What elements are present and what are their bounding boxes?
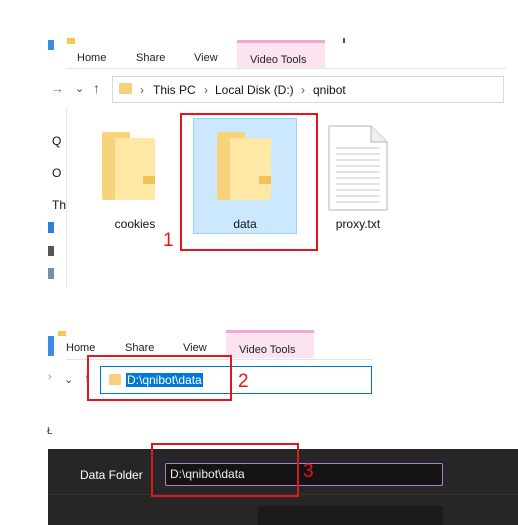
tab-video-tools[interactable]: Video Tools	[237, 40, 325, 68]
breadcrumb-qnibot[interactable]: qnibot	[313, 83, 346, 97]
quick-access-icon	[48, 336, 54, 356]
nav-pane-divider	[66, 108, 67, 288]
tab-video-tools[interactable]: Video Tools	[226, 330, 314, 358]
breadcrumb-local-disk[interactable]: Local Disk (D:)	[215, 83, 294, 97]
folder-icon-cut	[143, 176, 155, 184]
file-item-cookies[interactable]: cookies	[95, 118, 175, 233]
back-arrow-icon[interactable]: →	[50, 80, 64, 96]
sidebar-3d-objects-icon[interactable]	[48, 222, 54, 233]
data-folder-label: Data Folder	[80, 468, 143, 482]
annotation-label-2: 2	[238, 371, 249, 392]
folder-icon	[119, 83, 132, 94]
tab-video-tools-label: Video Tools	[239, 344, 296, 356]
sidebar-item-onedrive[interactable]: O	[52, 166, 61, 180]
annotation-box-1	[180, 113, 318, 251]
annotation-box-3	[151, 443, 299, 497]
tab-home[interactable]: Home	[77, 52, 106, 64]
sidebar-documents-icon[interactable]	[48, 268, 54, 279]
quick-access-icon	[67, 38, 75, 44]
tab-view[interactable]: View	[194, 52, 218, 64]
breadcrumb-separator-icon[interactable]: ›	[140, 83, 144, 97]
panel-secondary-control	[258, 506, 443, 525]
breadcrumb-separator-icon[interactable]: ›	[301, 83, 305, 97]
quick-access-icon	[48, 40, 54, 50]
tab-share[interactable]: Share	[136, 52, 165, 64]
tab-home[interactable]: Home	[66, 342, 95, 354]
recent-locations-chevron-icon[interactable]: ⌄	[75, 82, 84, 95]
ribbon-top: Home Share View Video Tools	[48, 38, 518, 68]
tab-view[interactable]: View	[183, 342, 207, 354]
tab-share[interactable]: Share	[125, 342, 154, 354]
sidebar-item-this-pc[interactable]: Th	[52, 198, 66, 212]
folder-icon-front	[115, 138, 155, 200]
address-bar-top[interactable]: › This PC › Local Disk (D:) › qnibot	[112, 76, 504, 103]
up-arrow-icon[interactable]: ↑	[93, 80, 100, 96]
back-arrow-icon[interactable]: ›	[48, 371, 52, 383]
tab-video-tools-label: Video Tools	[250, 54, 307, 66]
ribbon-mark	[343, 38, 345, 43]
nav-pane-fragment: Ł	[47, 426, 53, 437]
file-name: proxy.txt	[335, 217, 381, 231]
file-item-proxy-txt[interactable]: proxy.txt	[318, 118, 398, 233]
text-file-icon	[328, 125, 388, 211]
breadcrumb-separator-icon[interactable]: ›	[204, 83, 208, 97]
annotation-label-1: 1	[163, 230, 174, 251]
quick-access-icon	[58, 331, 66, 336]
sidebar-desktop-icon[interactable]	[48, 246, 54, 256]
file-name: cookies	[114, 217, 156, 231]
annotation-box-2	[87, 355, 232, 401]
ribbon-divider	[66, 68, 506, 69]
annotation-label-3: 3	[303, 461, 314, 482]
recent-locations-chevron-icon[interactable]: ⌄	[64, 373, 73, 386]
sidebar-item-quick-access[interactable]: Q	[52, 134, 61, 148]
breadcrumb-this-pc[interactable]: This PC	[153, 83, 196, 97]
